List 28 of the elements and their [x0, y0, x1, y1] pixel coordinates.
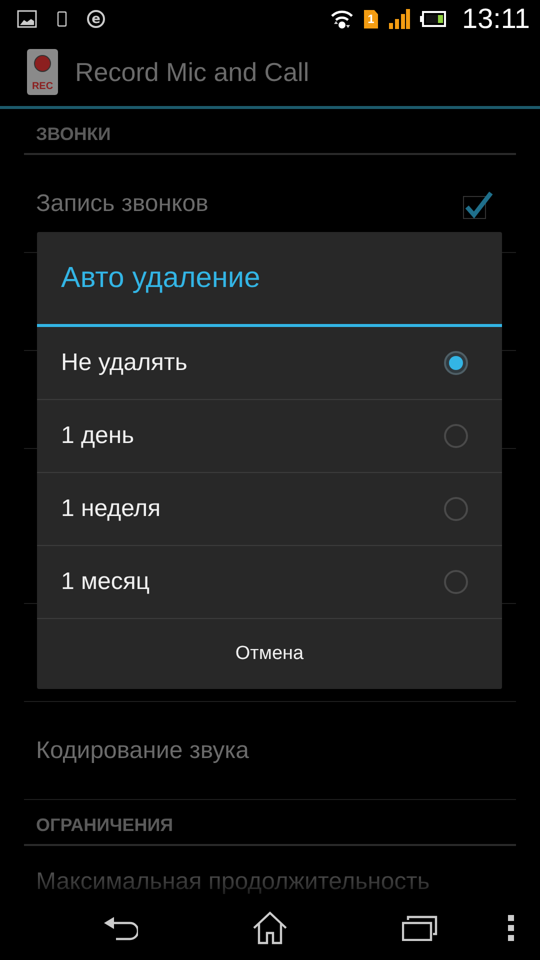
- clock: 13:11: [462, 3, 530, 35]
- option-label[interactable]: 1 неделя: [61, 495, 444, 523]
- radio-button[interactable]: [444, 424, 468, 448]
- phone-icon: [57, 11, 67, 27]
- recents-icon[interactable]: [402, 915, 438, 941]
- setting-title: Кодирование звука: [36, 736, 250, 764]
- signal-icon: [388, 9, 410, 29]
- picture-icon: [17, 10, 37, 28]
- option-label[interactable]: 1 день: [61, 422, 444, 450]
- cancel-button[interactable]: Отмена: [37, 619, 502, 689]
- wifi-icon: [330, 8, 354, 30]
- radio-button[interactable]: [444, 351, 468, 375]
- setting-title: Запись звонков: [36, 190, 210, 218]
- app-title: Record Mic and Call: [75, 56, 310, 88]
- option-label[interactable]: 1 месяц: [61, 568, 444, 596]
- dialog-title: Авто удаление: [37, 232, 502, 327]
- network-type-badge: e: [87, 10, 105, 28]
- option-label[interactable]: Не удалять: [61, 349, 444, 377]
- category-header: ЗВОНКИ: [36, 124, 111, 145]
- sim-badge: 1: [364, 10, 378, 28]
- menu-icon[interactable]: [508, 915, 514, 941]
- radio-button[interactable]: [444, 497, 468, 521]
- back-icon[interactable]: [102, 915, 138, 941]
- home-icon[interactable]: [252, 911, 288, 945]
- radio-button[interactable]: [444, 570, 468, 594]
- category-header: ОГРАНИЧЕНИЯ: [36, 815, 174, 836]
- app-icon: REC: [27, 49, 58, 95]
- battery-icon: [420, 11, 446, 27]
